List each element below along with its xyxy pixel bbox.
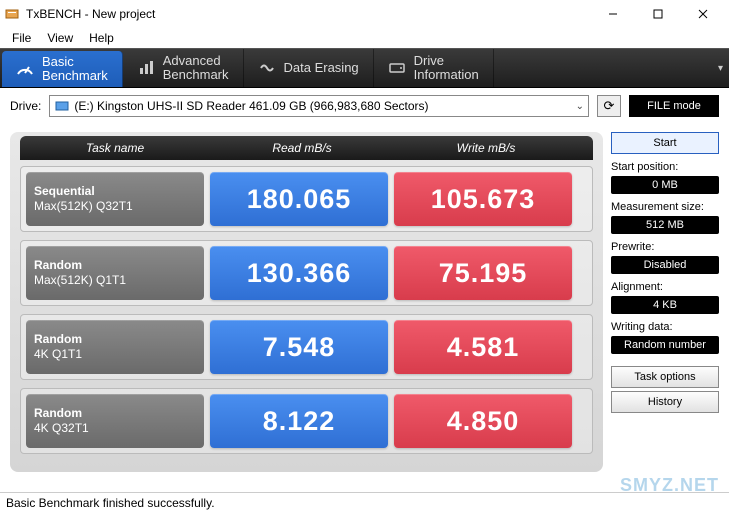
start-position-value[interactable]: 0 MB: [611, 176, 719, 194]
task-cell[interactable]: Random Max(512K) Q1T1: [26, 246, 204, 300]
status-text: Basic Benchmark finished successfully.: [6, 496, 215, 510]
tab-label: Drive Information: [414, 54, 479, 83]
task-line2: 4K Q1T1: [34, 347, 196, 362]
task-cell[interactable]: Random 4K Q1T1: [26, 320, 204, 374]
chart-icon: [137, 59, 155, 77]
refresh-icon: ⟳: [604, 98, 615, 114]
drive-label: Drive:: [10, 99, 41, 113]
measurement-size-label: Measurement size:: [611, 201, 719, 213]
statusbar: Basic Benchmark finished successfully.: [0, 492, 729, 512]
close-button[interactable]: [680, 0, 725, 28]
titlebar: TxBENCH - New project: [0, 0, 729, 28]
app-icon: [4, 6, 20, 22]
menu-view[interactable]: View: [41, 30, 79, 46]
window-title: TxBENCH - New project: [26, 7, 590, 21]
tab-basic-benchmark[interactable]: Basic Benchmark: [2, 51, 123, 87]
read-value[interactable]: 8.122: [210, 394, 388, 448]
write-value[interactable]: 105.673: [394, 172, 572, 226]
tab-strip: Basic Benchmark Advanced Benchmark Data …: [0, 48, 729, 88]
prewrite-label: Prewrite:: [611, 241, 719, 253]
task-line2: Max(512K) Q1T1: [34, 273, 196, 288]
tab-advanced-benchmark[interactable]: Advanced Benchmark: [123, 49, 244, 87]
minimize-button[interactable]: [590, 0, 635, 28]
tab-label: Data Erasing: [284, 61, 359, 75]
menubar: File View Help: [0, 28, 729, 48]
writing-data-value[interactable]: Random number: [611, 336, 719, 354]
header-task: Task name: [20, 141, 210, 155]
writing-data-label: Writing data:: [611, 321, 719, 333]
task-line1: Random: [34, 332, 196, 347]
sidebar: Start Start position: 0 MB Measurement s…: [611, 132, 719, 472]
header-read: Read mB/s: [210, 141, 394, 155]
drive-select[interactable]: (E:) Kingston UHS-II SD Reader 461.09 GB…: [49, 95, 589, 117]
refresh-button[interactable]: ⟳: [597, 95, 621, 117]
read-value[interactable]: 130.366: [210, 246, 388, 300]
benchmark-row: Random 4K Q32T1 8.122 4.850: [20, 388, 593, 454]
task-cell[interactable]: Random 4K Q32T1: [26, 394, 204, 448]
gauge-icon: [16, 60, 34, 78]
chevron-down-icon: ⌄: [576, 101, 584, 112]
task-line2: 4K Q32T1: [34, 421, 196, 436]
benchmark-row: Sequential Max(512K) Q32T1 180.065 105.6…: [20, 166, 593, 232]
task-line1: Random: [34, 258, 196, 273]
task-line2: Max(512K) Q32T1: [34, 199, 196, 214]
alignment-value[interactable]: 4 KB: [611, 296, 719, 314]
benchmark-row: Random 4K Q1T1 7.548 4.581: [20, 314, 593, 380]
task-line1: Random: [34, 406, 196, 421]
menu-help[interactable]: Help: [83, 30, 120, 46]
tab-drive-information[interactable]: Drive Information: [374, 49, 494, 87]
benchmark-header: Task name Read mB/s Write mB/s: [20, 136, 593, 160]
prewrite-value[interactable]: Disabled: [611, 256, 719, 274]
write-value[interactable]: 4.850: [394, 394, 572, 448]
start-button[interactable]: Start: [611, 132, 719, 154]
file-mode-button[interactable]: FILE mode: [629, 95, 719, 117]
erase-icon: [258, 59, 276, 77]
drive-icon: [388, 59, 406, 77]
tab-label: Basic Benchmark: [42, 55, 108, 84]
drive-row: Drive: (E:) Kingston UHS-II SD Reader 46…: [0, 88, 729, 124]
maximize-button[interactable]: [635, 0, 680, 28]
measurement-size-value[interactable]: 512 MB: [611, 216, 719, 234]
task-options-button[interactable]: Task options: [611, 366, 719, 388]
task-line1: Sequential: [34, 184, 196, 199]
hdd-icon: [54, 99, 70, 113]
read-value[interactable]: 180.065: [210, 172, 388, 226]
task-cell[interactable]: Sequential Max(512K) Q32T1: [26, 172, 204, 226]
history-button[interactable]: History: [611, 391, 719, 413]
write-value[interactable]: 75.195: [394, 246, 572, 300]
menu-file[interactable]: File: [6, 30, 37, 46]
drive-selected: (E:) Kingston UHS-II SD Reader 461.09 GB…: [74, 99, 428, 113]
chevron-down-icon[interactable]: ▾: [712, 63, 729, 74]
write-value[interactable]: 4.581: [394, 320, 572, 374]
tab-label: Advanced Benchmark: [163, 54, 229, 83]
benchmark-row: Random Max(512K) Q1T1 130.366 75.195: [20, 240, 593, 306]
benchmark-panel: Task name Read mB/s Write mB/s Sequentia…: [10, 132, 603, 472]
alignment-label: Alignment:: [611, 281, 719, 293]
tab-data-erasing[interactable]: Data Erasing: [244, 49, 374, 87]
start-position-label: Start position:: [611, 161, 719, 173]
header-write: Write mB/s: [394, 141, 578, 155]
read-value[interactable]: 7.548: [210, 320, 388, 374]
